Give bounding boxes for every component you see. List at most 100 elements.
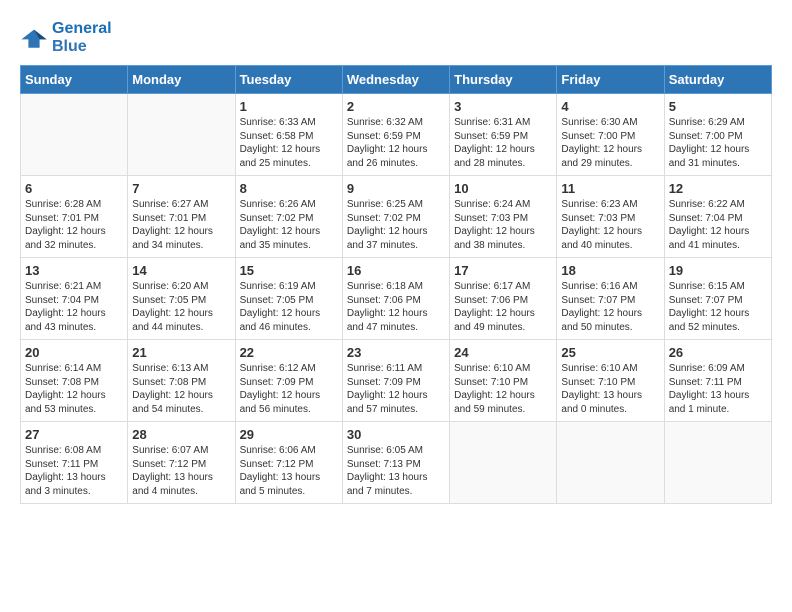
day-number: 2 [347, 99, 445, 114]
day-info: Sunrise: 6:18 AM Sunset: 7:06 PM Dayligh… [347, 280, 445, 334]
page-header: General Blue [20, 20, 772, 55]
calendar-cell: 29 Sunrise: 6:06 AM Sunset: 7:12 PM Dayli… [235, 422, 342, 504]
day-info: Sunrise: 6:21 AM Sunset: 7:04 PM Dayligh… [25, 280, 123, 334]
logo-text: General Blue [52, 20, 112, 55]
calendar-cell: 21Sunrise: 6:13 AM Sunset: 7:08 PM Dayli… [128, 340, 235, 422]
day-info: Sunrise: 6:22 AM Sunset: 7:04 PM Dayligh… [669, 198, 767, 252]
calendar-week-row: 13Sunrise: 6:21 AM Sunset: 7:04 PM Dayli… [21, 258, 772, 340]
day-number: 18 [561, 263, 659, 278]
day-number: 4 [561, 99, 659, 114]
calendar-cell: 16 Sunrise: 6:18 AM Sunset: 7:06 PM Dayli… [342, 258, 449, 340]
day-number: 24 [454, 345, 552, 360]
logo-icon [20, 24, 48, 52]
calendar-cell: 24 Sunrise: 6:10 AM Sunset: 7:10 PM Dayli… [450, 340, 557, 422]
calendar-cell: 17 Sunrise: 6:17 AM Sunset: 7:06 PM Dayli… [450, 258, 557, 340]
day-of-week-header: Sunday [21, 66, 128, 94]
calendar-cell: 7 Sunrise: 6:27 AM Sunset: 7:01 PM Daylig… [128, 176, 235, 258]
day-number: 10 [454, 181, 552, 196]
day-info: Sunrise: 6:25 AM Sunset: 7:02 PM Dayligh… [347, 198, 445, 252]
day-info: Sunrise: 6:10 AM Sunset: 7:10 PM Dayligh… [561, 362, 659, 416]
day-info: Sunrise: 6:11 AM Sunset: 7:09 PM Dayligh… [347, 362, 445, 416]
day-number: 12 [669, 181, 767, 196]
day-number: 17 [454, 263, 552, 278]
day-info: Sunrise: 6:14 AM Sunset: 7:08 PM Dayligh… [25, 362, 123, 416]
day-number: 19 [669, 263, 767, 278]
day-number: 29 [240, 427, 338, 442]
day-info: Sunrise: 6:16 AM Sunset: 7:07 PM Dayligh… [561, 280, 659, 334]
calendar-cell: 23 Sunrise: 6:11 AM Sunset: 7:09 PM Dayli… [342, 340, 449, 422]
calendar-cell [450, 422, 557, 504]
day-info: Sunrise: 6:19 AM Sunset: 7:05 PM Dayligh… [240, 280, 338, 334]
day-number: 7 [132, 181, 230, 196]
calendar-cell: 18 Sunrise: 6:16 AM Sunset: 7:07 PM Dayli… [557, 258, 664, 340]
day-number: 6 [25, 181, 123, 196]
calendar-cell: 8Sunrise: 6:26 AM Sunset: 7:02 PM Daylig… [235, 176, 342, 258]
calendar-cell: 14Sunrise: 6:20 AM Sunset: 7:05 PM Dayli… [128, 258, 235, 340]
calendar-cell: 15 Sunrise: 6:19 AM Sunset: 7:05 PM Dayli… [235, 258, 342, 340]
day-info: Sunrise: 6:12 AM Sunset: 7:09 PM Dayligh… [240, 362, 338, 416]
day-number: 23 [347, 345, 445, 360]
day-info: Sunrise: 6:23 AM Sunset: 7:03 PM Dayligh… [561, 198, 659, 252]
day-info: Sunrise: 6:10 AM Sunset: 7:10 PM Dayligh… [454, 362, 552, 416]
day-info: Sunrise: 6:29 AM Sunset: 7:00 PM Dayligh… [669, 116, 767, 170]
day-info: Sunrise: 6:28 AM Sunset: 7:01 PM Dayligh… [25, 198, 123, 252]
day-info: Sunrise: 6:32 AM Sunset: 6:59 PM Dayligh… [347, 116, 445, 170]
calendar-cell: 20 Sunrise: 6:14 AM Sunset: 7:08 PM Dayli… [21, 340, 128, 422]
calendar-cell [557, 422, 664, 504]
calendar-cell: 28 Sunrise: 6:07 AM Sunset: 7:12 PM Dayli… [128, 422, 235, 504]
calendar-cell: 2 Sunrise: 6:32 AM Sunset: 6:59 PM Daylig… [342, 94, 449, 176]
calendar-week-row: 27 Sunrise: 6:08 AM Sunset: 7:11 PM Dayli… [21, 422, 772, 504]
day-info: Sunrise: 6:24 AM Sunset: 7:03 PM Dayligh… [454, 198, 552, 252]
calendar-cell: 13Sunrise: 6:21 AM Sunset: 7:04 PM Dayli… [21, 258, 128, 340]
logo: General Blue [20, 20, 112, 55]
day-number: 25 [561, 345, 659, 360]
calendar-week-row: 1 Sunrise: 6:33 AM Sunset: 6:58 PM Daylig… [21, 94, 772, 176]
day-info: Sunrise: 6:26 AM Sunset: 7:02 PM Dayligh… [240, 198, 338, 252]
day-info: Sunrise: 6:06 AM Sunset: 7:12 PM Dayligh… [240, 444, 338, 498]
calendar-cell: 30 Sunrise: 6:05 AM Sunset: 7:13 PM Dayli… [342, 422, 449, 504]
calendar-header-row: SundayMondayTuesdayWednesdayThursdayFrid… [21, 66, 772, 94]
day-info: Sunrise: 6:15 AM Sunset: 7:07 PM Dayligh… [669, 280, 767, 334]
day-number: 15 [240, 263, 338, 278]
day-number: 20 [25, 345, 123, 360]
calendar-cell [21, 94, 128, 176]
day-number: 14 [132, 263, 230, 278]
day-info: Sunrise: 6:09 AM Sunset: 7:11 PM Dayligh… [669, 362, 767, 416]
day-info: Sunrise: 6:08 AM Sunset: 7:11 PM Dayligh… [25, 444, 123, 498]
calendar-cell [664, 422, 771, 504]
calendar-cell: 4 Sunrise: 6:30 AM Sunset: 7:00 PM Daylig… [557, 94, 664, 176]
day-of-week-header: Thursday [450, 66, 557, 94]
day-of-week-header: Tuesday [235, 66, 342, 94]
calendar-cell: 12 Sunrise: 6:22 AM Sunset: 7:04 PM Dayli… [664, 176, 771, 258]
day-info: Sunrise: 6:30 AM Sunset: 7:00 PM Dayligh… [561, 116, 659, 170]
day-number: 1 [240, 99, 338, 114]
day-number: 30 [347, 427, 445, 442]
calendar-cell: 6 Sunrise: 6:28 AM Sunset: 7:01 PM Daylig… [21, 176, 128, 258]
calendar-cell: 9 Sunrise: 6:25 AM Sunset: 7:02 PM Daylig… [342, 176, 449, 258]
day-info: Sunrise: 6:33 AM Sunset: 6:58 PM Dayligh… [240, 116, 338, 170]
day-number: 5 [669, 99, 767, 114]
day-number: 22 [240, 345, 338, 360]
day-number: 28 [132, 427, 230, 442]
day-number: 16 [347, 263, 445, 278]
calendar-cell: 10 Sunrise: 6:24 AM Sunset: 7:03 PM Dayli… [450, 176, 557, 258]
day-number: 26 [669, 345, 767, 360]
calendar-cell: 26 Sunrise: 6:09 AM Sunset: 7:11 PM Dayli… [664, 340, 771, 422]
calendar-cell: 11 Sunrise: 6:23 AM Sunset: 7:03 PM Dayli… [557, 176, 664, 258]
day-number: 11 [561, 181, 659, 196]
calendar-cell: 1 Sunrise: 6:33 AM Sunset: 6:58 PM Daylig… [235, 94, 342, 176]
calendar-cell [128, 94, 235, 176]
day-number: 9 [347, 181, 445, 196]
day-of-week-header: Monday [128, 66, 235, 94]
calendar-cell: 19 Sunrise: 6:15 AM Sunset: 7:07 PM Dayli… [664, 258, 771, 340]
day-info: Sunrise: 6:27 AM Sunset: 7:01 PM Dayligh… [132, 198, 230, 252]
calendar-cell: 27 Sunrise: 6:08 AM Sunset: 7:11 PM Dayli… [21, 422, 128, 504]
day-info: Sunrise: 6:05 AM Sunset: 7:13 PM Dayligh… [347, 444, 445, 498]
day-of-week-header: Saturday [664, 66, 771, 94]
calendar-cell: 5 Sunrise: 6:29 AM Sunset: 7:00 PM Daylig… [664, 94, 771, 176]
day-info: Sunrise: 6:17 AM Sunset: 7:06 PM Dayligh… [454, 280, 552, 334]
calendar-week-row: 20 Sunrise: 6:14 AM Sunset: 7:08 PM Dayli… [21, 340, 772, 422]
calendar-table: SundayMondayTuesdayWednesdayThursdayFrid… [20, 65, 772, 504]
day-number: 27 [25, 427, 123, 442]
day-info: Sunrise: 6:07 AM Sunset: 7:12 PM Dayligh… [132, 444, 230, 498]
